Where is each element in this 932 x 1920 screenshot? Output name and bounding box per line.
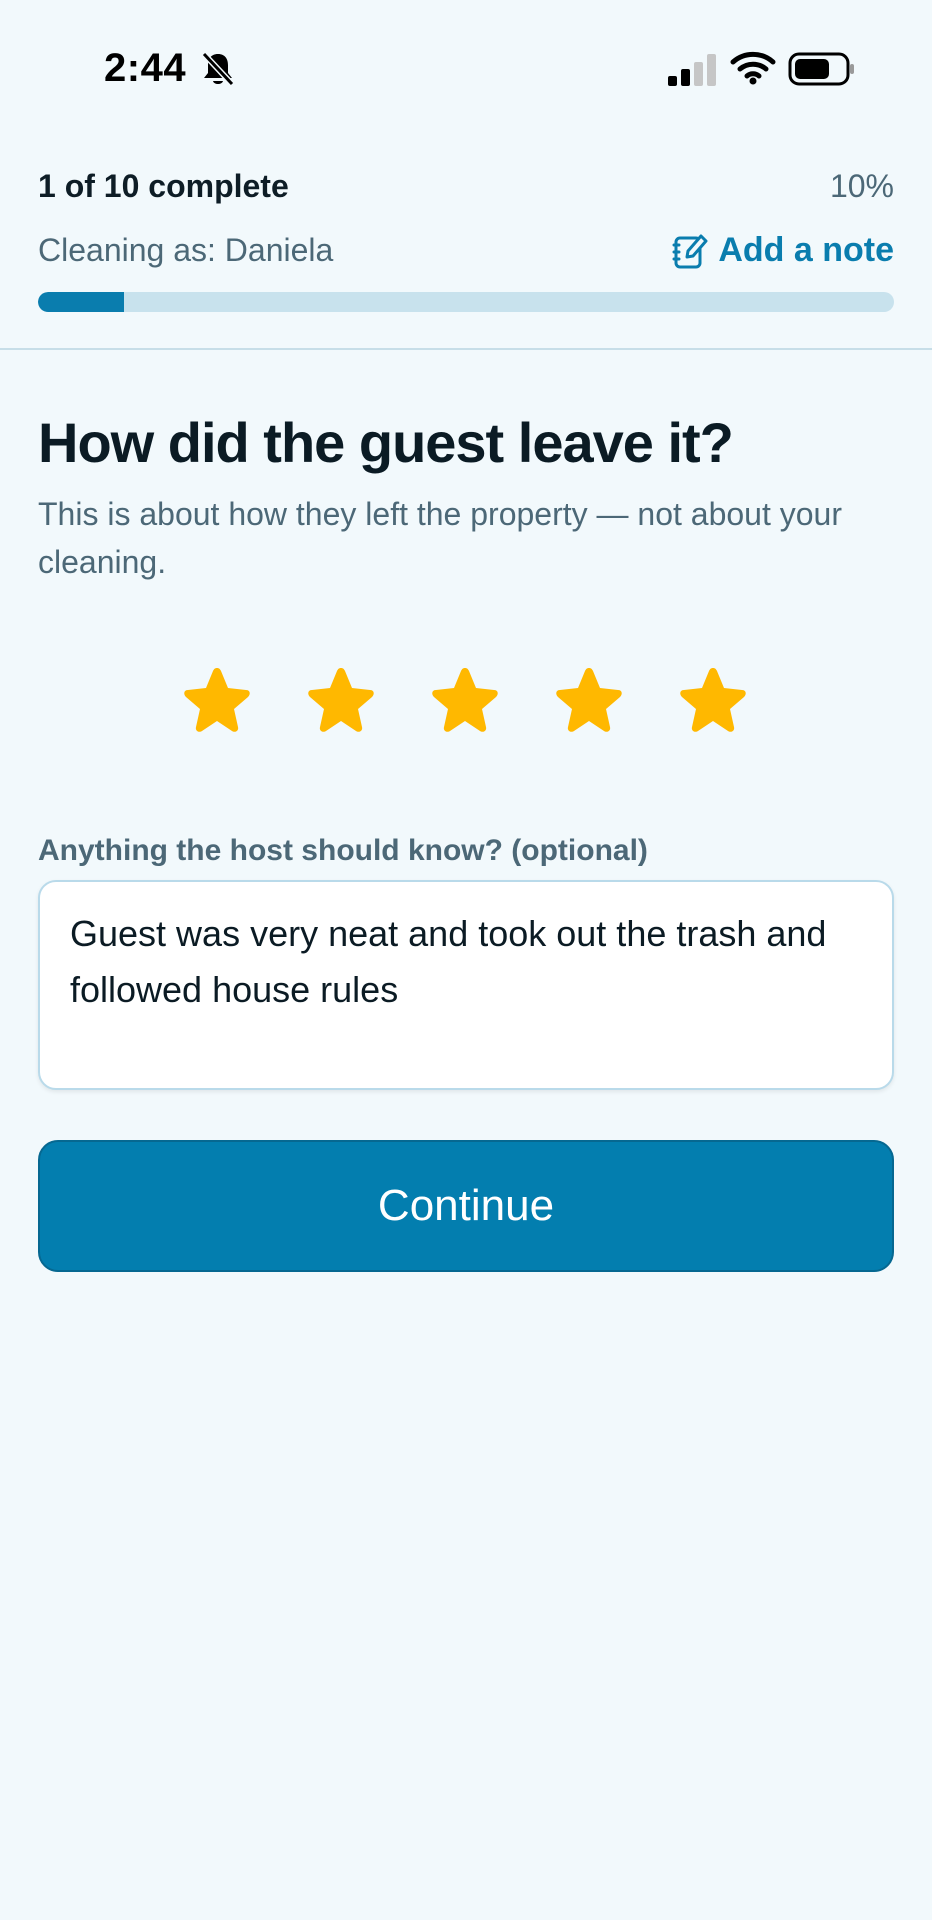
continue-button[interactable]: Continue	[38, 1140, 894, 1272]
star-icon[interactable]	[176, 660, 258, 740]
page-title: How did the guest leave it?	[38, 411, 734, 474]
battery-icon	[788, 52, 856, 86]
star-icon[interactable]	[548, 660, 630, 740]
notepad-edit-icon	[672, 232, 708, 270]
star-icon[interactable]	[672, 660, 754, 740]
add-note-label: Add a note	[718, 231, 894, 269]
progress-bar	[38, 292, 894, 312]
status-bar: 2:44	[0, 0, 932, 140]
progress-header: 1 of 10 complete 10% Cleaning as: Daniel…	[38, 168, 894, 312]
wifi-icon	[730, 50, 776, 86]
progress-bar-fill	[38, 292, 124, 312]
status-time: 2:44	[104, 46, 187, 90]
star-rating	[176, 660, 754, 740]
star-icon[interactable]	[424, 660, 506, 740]
header-divider	[0, 348, 932, 350]
bell-slash-icon	[200, 50, 236, 88]
notes-label: Anything the host should know? (optional…	[38, 834, 648, 867]
cleaner-name: Cleaning as: Daniela	[38, 232, 334, 268]
notes-textarea[interactable]: Guest was very neat and took out the tra…	[38, 880, 894, 1090]
completion-percent: 10%	[829, 168, 894, 204]
page-subtitle: This is about how they left the property…	[38, 496, 842, 580]
star-icon[interactable]	[300, 660, 382, 740]
completion-count: 1 of 10 complete	[38, 168, 289, 204]
cellular-signal-icon	[668, 54, 718, 86]
add-note-button[interactable]: Add a note	[672, 231, 894, 270]
